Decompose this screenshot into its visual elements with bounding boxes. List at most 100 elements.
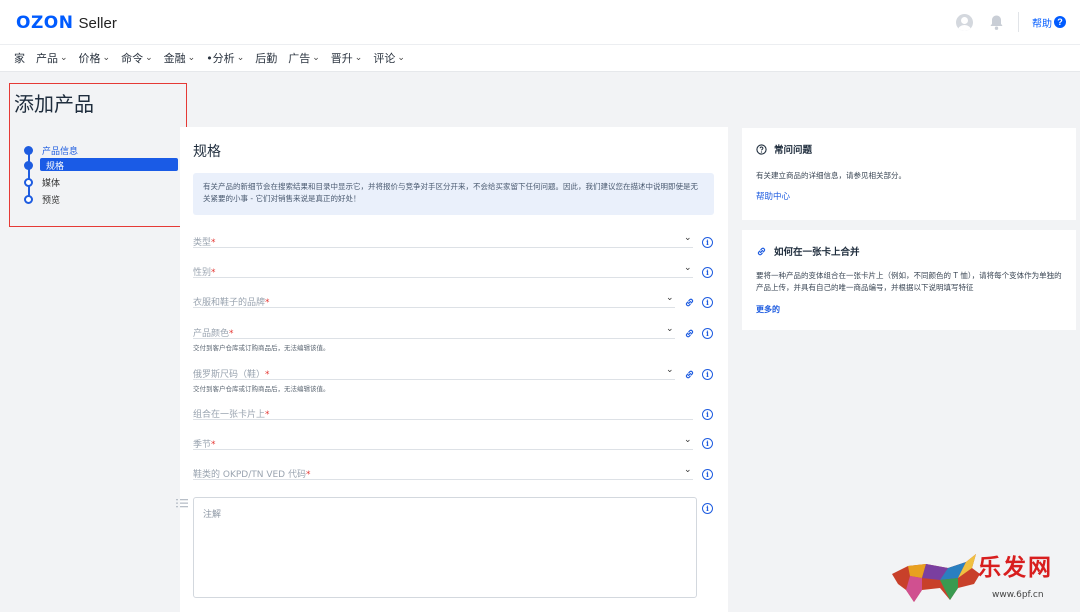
info-icon[interactable]: i — [702, 297, 713, 308]
more-link[interactable]: 更多的 — [756, 304, 780, 315]
chevron-down-icon: ⌄ — [397, 53, 405, 63]
chevron-down-icon: ⌄ — [684, 233, 692, 243]
bell-icon[interactable] — [988, 14, 1005, 31]
info-icon[interactable]: i — [702, 369, 713, 380]
info-icon[interactable]: i — [702, 328, 713, 339]
field-label: 类型* — [193, 238, 216, 248]
chevron-down-icon: ⌄ — [312, 53, 320, 63]
brand-select[interactable]: 衣服和鞋子的品牌* ⌄ — [193, 292, 675, 308]
merge-card: 如何在一张卡上合并 要将一种产品的变体组合在一张卡片上（例如，不同颜色的 T 恤… — [742, 230, 1076, 330]
step-dot — [24, 161, 33, 170]
faq-text: 有关建立商品的详细信息，请参见相关部分。 — [756, 171, 906, 180]
nav-item-label: 产品 — [36, 52, 58, 65]
chevron-down-icon: ⌄ — [684, 465, 692, 475]
chevron-down-icon: ⌄ — [666, 365, 674, 375]
field-label: 性别* — [193, 268, 216, 278]
specs-form-card: 规格 有关产品的新细节会在搜索结果和目录中显示它，并将报价与竞争对手区分开来，不… — [176, 127, 728, 612]
nav-item-label: •分析 — [206, 52, 235, 65]
logo-ozon-text: OZON — [16, 13, 74, 33]
shoe-size-select[interactable]: 俄罗斯尺码（鞋）* ⌄ — [193, 364, 675, 380]
type-select[interactable]: 类型* ⌄ — [193, 232, 693, 248]
step-label: 规格 — [40, 158, 178, 172]
link-icon — [757, 247, 766, 255]
nav-item-analytics[interactable]: •分析 ⌄ — [206, 50, 244, 66]
nav-item-ads[interactable]: 广告 ⌄ — [288, 50, 320, 66]
chevron-down-icon: ⌄ — [187, 53, 196, 63]
step-dot — [24, 146, 33, 155]
step-label: 产品信息 — [42, 147, 79, 157]
field-label: 产品颜色* — [193, 329, 234, 339]
header-divider — [1018, 12, 1019, 32]
main-nav: 家 产品 ⌄ 价格 ⌄ 命令 ⌄ 金融 ⌄ •分析 ⌄ 后勤 广告 ⌄ 晋升 ⌄ 评论 ⌄ — [0, 44, 1080, 72]
field-label: 俄罗斯尺码（鞋）* — [193, 370, 270, 380]
ozon-seller-logo[interactable]: OZON Seller — [16, 13, 117, 33]
user-avatar-icon[interactable] — [956, 13, 973, 31]
watermark-url: www.6pf.cn — [992, 590, 1044, 600]
chevron-down-icon: ⌄ — [666, 324, 674, 334]
step-dot — [24, 178, 33, 187]
chevron-down-icon: ⌄ — [354, 53, 363, 63]
link-icon[interactable] — [684, 297, 695, 308]
chevron-down-icon: ⌄ — [684, 263, 692, 273]
nav-item-finance[interactable]: 金融 ⌄ — [164, 50, 196, 66]
gender-select[interactable]: 性别* ⌄ — [193, 262, 693, 278]
help-question-icon: ? — [1054, 16, 1066, 28]
watermark-text: 乐发网 — [978, 554, 1053, 581]
step-media[interactable]: 媒体 — [22, 175, 182, 190]
field-label: 鞋类的 OKPD/TN VED 代码* — [193, 470, 311, 480]
step-product-info[interactable]: 产品信息 — [22, 143, 182, 158]
nav-item-label: 家 — [14, 52, 25, 65]
color-select[interactable]: 产品颜色* ⌄ — [193, 323, 675, 339]
nav-item-label: 金融 — [163, 52, 186, 65]
notes-placeholder: 注解 — [203, 510, 222, 520]
info-icon[interactable]: i — [702, 267, 713, 278]
info-icon[interactable]: i — [702, 469, 713, 480]
field-help-text: 交付到客户仓库或订购商品后，无法编辑该值。 — [193, 385, 330, 393]
chevron-down-icon: ⌄ — [60, 53, 68, 63]
merge-title: 如何在一张卡上合并 — [756, 244, 860, 258]
link-icon[interactable] — [684, 369, 695, 380]
field-label: 衣服和鞋子的品牌* — [193, 298, 270, 308]
chevron-down-icon: ⌄ — [102, 53, 111, 63]
step-specs[interactable]: 规格 — [22, 158, 182, 173]
drag-handle-icon[interactable] — [176, 498, 188, 508]
step-label: 预览 — [42, 196, 61, 206]
info-notice: 有关产品的新细节会在搜索结果和目录中显示它，并将报价与竞争对手区分开来，不会给买… — [193, 173, 714, 215]
info-icon[interactable]: i — [702, 438, 713, 449]
okpd-code-select[interactable]: 鞋类的 OKPD/TN VED 代码* ⌄ — [193, 464, 693, 480]
nav-item-label: 晋升 — [330, 52, 353, 65]
nav-item-home[interactable]: 家 — [14, 50, 25, 66]
form-heading: 规格 — [193, 144, 221, 160]
chevron-down-icon: ⌄ — [666, 293, 674, 303]
chevron-down-icon: ⌄ — [684, 435, 692, 445]
nav-item-logistics[interactable]: 后勤 — [255, 50, 277, 66]
field-label: 季节* — [193, 440, 216, 450]
link-icon[interactable] — [684, 328, 695, 339]
chevron-down-icon: ⌄ — [236, 53, 245, 63]
nav-item-promotion[interactable]: 晋升 ⌄ — [331, 50, 363, 66]
question-circle-icon — [756, 143, 767, 155]
info-icon[interactable]: i — [702, 503, 713, 514]
combine-card-field[interactable]: 组合在一张卡片上* — [193, 404, 693, 420]
info-icon[interactable]: i — [702, 237, 713, 248]
faq-card: 常问问题 有关建立商品的详细信息，请参见相关部分。 帮助中心 — [742, 128, 1076, 220]
season-select[interactable]: 季节* ⌄ — [193, 434, 693, 450]
step-label: 媒体 — [42, 179, 61, 189]
help-button[interactable]: 帮助 ? — [1032, 15, 1066, 30]
nav-item-reviews[interactable]: 评论 ⌄ — [373, 50, 405, 66]
nav-item-orders[interactable]: 命令 ⌄ — [121, 50, 153, 66]
help-center-link[interactable]: 帮助中心 — [756, 190, 790, 202]
logo-seller-text: Seller — [78, 15, 117, 32]
nav-item-label: 评论 — [373, 52, 396, 65]
field-label: 组合在一张卡片上* — [193, 410, 270, 420]
nav-item-label: 价格 — [78, 52, 101, 65]
nav-item-prices[interactable]: 价格 ⌄ — [79, 50, 111, 66]
nav-item-products[interactable]: 产品 ⌄ — [36, 50, 68, 66]
notes-textarea[interactable]: 注解 — [193, 497, 697, 598]
info-icon[interactable]: i — [702, 409, 713, 420]
faq-title: 常问问题 — [756, 142, 812, 156]
field-help-text: 交付到客户仓库或订购商品后，无法编辑该值。 — [193, 344, 330, 352]
step-dot — [24, 195, 33, 204]
step-preview[interactable]: 预览 — [22, 192, 182, 207]
chevron-down-icon: ⌄ — [145, 53, 153, 63]
